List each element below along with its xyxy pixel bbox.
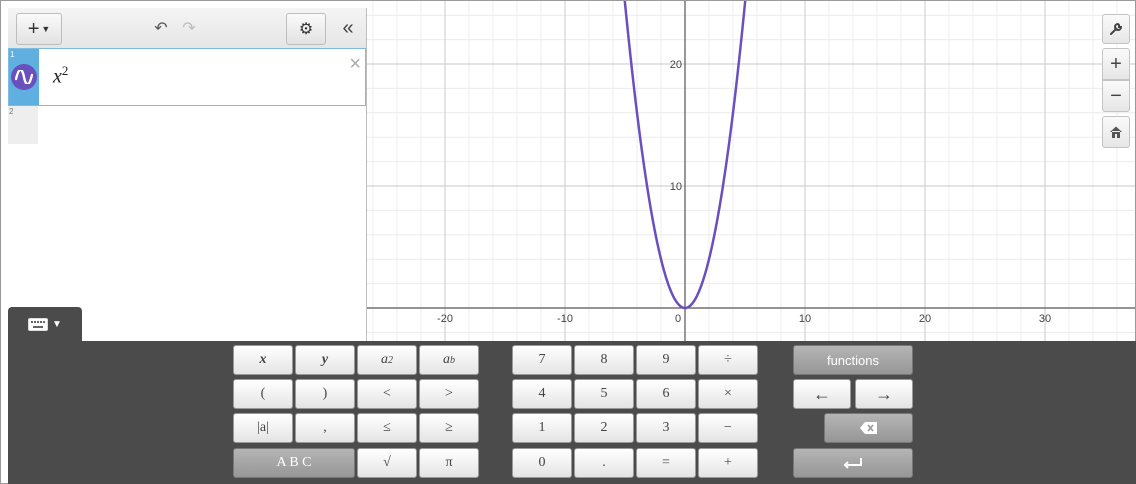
keyboard-icon <box>28 317 49 331</box>
add-item-button[interactable]: + ▼ <box>16 13 62 45</box>
graphing-calculator: -20 -10 0 10 20 30 20 10 + − + ▼ ↶ ↷ ⚙ « 1 <box>0 0 1136 484</box>
math-keypad: x y a2 ab ( ) < > |a| , ≤ ≥ A B C √ π 7 … <box>8 341 1136 484</box>
wave-icon <box>15 70 33 84</box>
key-sqrt[interactable]: √ <box>357 448 417 478</box>
key-minus[interactable]: − <box>698 413 758 443</box>
x-tick-label: 10 <box>799 313 811 325</box>
graph-color-toggle[interactable] <box>11 64 37 90</box>
math-exponent: 2 <box>61 63 69 78</box>
key-open-paren[interactable]: ( <box>233 379 293 409</box>
chevron-down-icon: ▼ <box>52 318 62 330</box>
double-chevron-left-icon: « <box>342 16 354 39</box>
x-tick-label: 0 <box>675 313 681 325</box>
chevron-down-icon: ▼ <box>41 24 51 34</box>
key-multiply[interactable]: × <box>698 379 758 409</box>
key-x[interactable]: x <box>233 345 293 375</box>
key-1[interactable]: 1 <box>512 413 572 443</box>
redo-button[interactable]: ↷ <box>176 13 202 43</box>
collapse-panel-button[interactable]: « <box>334 13 362 43</box>
key-3[interactable]: 3 <box>636 413 696 443</box>
y-tick-label: 10 <box>670 181 682 193</box>
key-less-equal[interactable]: ≤ <box>357 413 417 443</box>
plus-icon: + <box>27 17 40 40</box>
expression-toolbar: + ▼ ↶ ↷ ⚙ « <box>8 8 366 49</box>
x-tick-label: -10 <box>557 313 573 325</box>
key-left-arrow[interactable]: ← <box>793 379 851 409</box>
key-less-than[interactable]: < <box>357 379 417 409</box>
key-plus[interactable]: + <box>698 448 758 478</box>
key-greater-than[interactable]: > <box>419 379 479 409</box>
key-5[interactable]: 5 <box>574 379 634 409</box>
enter-icon <box>843 458 862 469</box>
delete-expression-icon[interactable]: × <box>349 53 361 76</box>
key-2[interactable]: 2 <box>574 413 634 443</box>
settings-button[interactable]: ⚙ <box>286 13 326 45</box>
undo-icon: ↶ <box>154 20 168 37</box>
key-8[interactable]: 8 <box>574 345 634 375</box>
backspace-icon <box>859 422 877 434</box>
x-tick-labels: -20 -10 0 10 20 30 <box>437 313 1051 325</box>
y-tick-label: 20 <box>670 59 682 71</box>
key-equals[interactable]: = <box>636 448 696 478</box>
zoom-out-button[interactable]: − <box>1102 80 1130 112</box>
wrench-icon <box>1110 22 1123 35</box>
key-7[interactable]: 7 <box>512 345 572 375</box>
plus-icon: + <box>1110 52 1122 75</box>
key-y[interactable]: y <box>295 345 355 375</box>
key-comma[interactable]: , <box>295 413 355 443</box>
new-expression-row[interactable]: 2 <box>8 106 366 144</box>
keypad-toggle-button[interactable]: ▼ <box>8 307 82 341</box>
default-viewport-button[interactable] <box>1102 116 1130 148</box>
key-abc[interactable]: A B C <box>233 448 355 478</box>
expression-input[interactable]: x2 <box>53 63 68 89</box>
key-0[interactable]: 0 <box>512 448 572 478</box>
graph-settings-button[interactable] <box>1102 14 1130 44</box>
key-a-power-b[interactable]: ab <box>419 345 479 375</box>
key-pi[interactable]: π <box>419 448 479 478</box>
key-4[interactable]: 4 <box>512 379 572 409</box>
expression-index: 2 <box>9 107 14 116</box>
x-tick-label: -20 <box>437 313 453 325</box>
zoom-in-button[interactable]: + <box>1102 48 1130 80</box>
key-a-squared[interactable]: a2 <box>357 345 417 375</box>
key-abs[interactable]: |a| <box>233 413 293 443</box>
expression-row[interactable]: 1 x2 × <box>8 48 366 106</box>
x-tick-label: 20 <box>919 313 931 325</box>
enter-button[interactable] <box>793 448 913 478</box>
home-icon <box>1110 126 1122 138</box>
key-right-arrow[interactable]: → <box>855 379 913 409</box>
minus-icon: − <box>1110 84 1122 107</box>
undo-button[interactable]: ↶ <box>148 13 174 43</box>
expression-gutter: 2 <box>8 106 38 144</box>
x-tick-label: 30 <box>1039 313 1051 325</box>
key-decimal[interactable]: . <box>574 448 634 478</box>
backspace-button[interactable] <box>824 413 913 443</box>
key-greater-equal[interactable]: ≥ <box>419 413 479 443</box>
expression-gutter: 1 <box>9 49 39 105</box>
key-9[interactable]: 9 <box>636 345 696 375</box>
key-divide[interactable]: ÷ <box>698 345 758 375</box>
redo-icon: ↷ <box>182 20 196 37</box>
gear-icon: ⚙ <box>298 21 314 38</box>
expression-panel: + ▼ ↶ ↷ ⚙ « 1 x2 × 2 <box>8 8 367 341</box>
math-base: x <box>53 65 62 88</box>
y-tick-labels: 2010 <box>670 59 682 193</box>
expression-index: 1 <box>10 50 15 59</box>
key-close-paren[interactable]: ) <box>295 379 355 409</box>
functions-button[interactable]: functions <box>793 345 913 375</box>
key-6[interactable]: 6 <box>636 379 696 409</box>
